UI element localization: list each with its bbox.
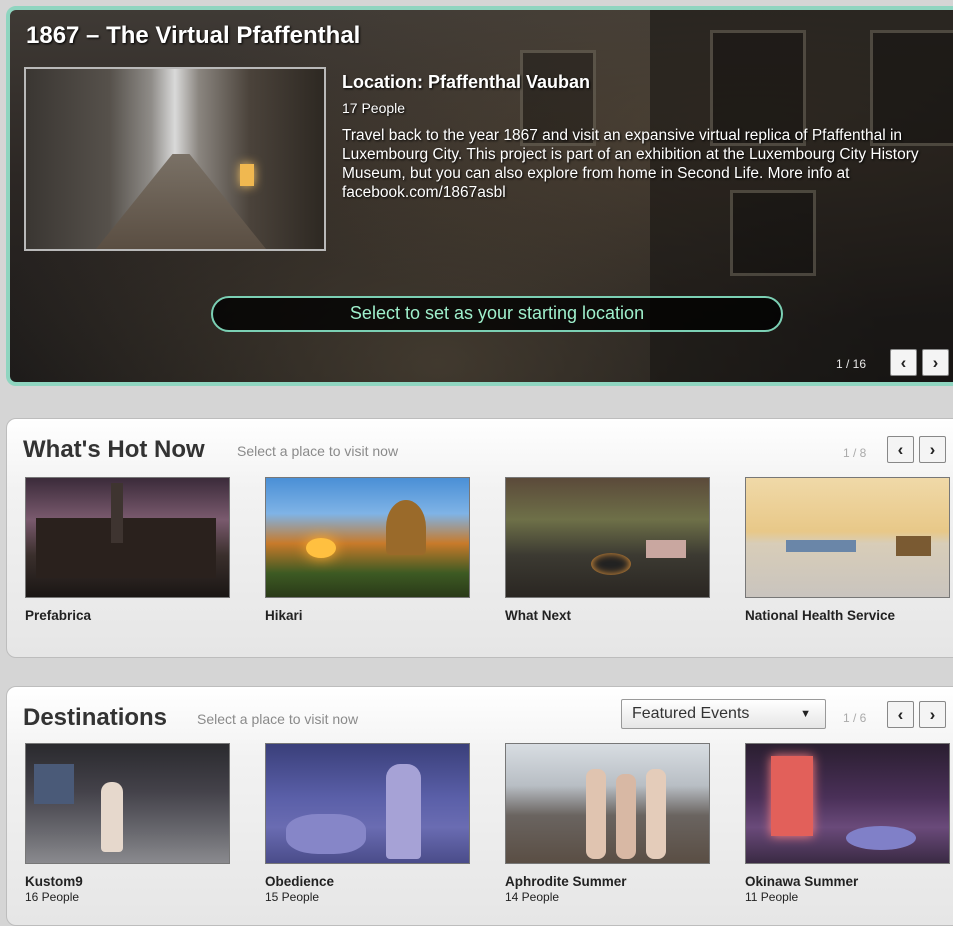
place-thumbnail[interactable] <box>505 743 710 864</box>
place-name: Okinawa Summer <box>745 874 859 889</box>
place-people-count: 15 People <box>265 890 320 904</box>
place-thumbnail[interactable] <box>745 477 950 598</box>
destination-item[interactable]: Obedience 15 People <box>265 743 470 904</box>
place-thumbnail[interactable] <box>25 477 230 598</box>
place-thumbnail[interactable] <box>265 477 470 598</box>
chevron-down-icon: ▼ <box>800 708 811 720</box>
featured-image[interactable] <box>24 67 326 251</box>
destinations-category-select[interactable]: Featured Events ▼ <box>621 699 826 729</box>
place-name: Obedience <box>265 874 335 889</box>
chevron-left-icon: ‹ <box>900 353 907 372</box>
place-thumbnail[interactable] <box>25 743 230 864</box>
place-thumbnail[interactable] <box>265 743 470 864</box>
selected-category: Featured Events <box>632 705 750 722</box>
featured-title: 1867 – The Virtual Pfaffenthal <box>26 22 361 49</box>
set-starting-location-button[interactable]: Select to set as your starting location <box>211 296 783 332</box>
place-name: Prefabrica <box>25 608 92 623</box>
background-window <box>730 190 816 276</box>
place-name: Aphrodite Summer <box>505 874 627 889</box>
whats-hot-panel: What's Hot Now Select a place to visit n… <box>6 418 953 658</box>
place-name: National Health Service <box>745 608 896 623</box>
chevron-left-icon: ‹ <box>897 440 904 459</box>
featured-description: Travel back to the year 1867 and visit a… <box>342 127 919 201</box>
featured-prev-button[interactable]: ‹ <box>890 349 917 376</box>
chevron-right-icon: › <box>929 440 936 459</box>
whats-hot-page-indicator: 1 / 8 <box>843 446 867 460</box>
whats-hot-next-button[interactable]: › <box>919 436 946 463</box>
featured-destination-banner: 1867 – The Virtual Pfaffenthal Location:… <box>6 6 953 386</box>
destinations-page-indicator: 1 / 6 <box>843 711 867 725</box>
whats-hot-subtitle: Select a place to visit now <box>237 443 399 459</box>
place-name: Kustom9 <box>25 874 83 889</box>
place-name: What Next <box>505 608 572 623</box>
destinations-subtitle: Select a place to visit now <box>197 711 359 727</box>
place-people-count: 11 People <box>745 890 799 904</box>
destinations-next-button[interactable]: › <box>919 701 946 728</box>
destination-item[interactable]: Okinawa Summer 11 People <box>745 743 950 904</box>
whats-hot-item[interactable]: Prefabrica <box>25 477 230 623</box>
place-people-count: 16 People <box>25 890 80 904</box>
chevron-left-icon: ‹ <box>897 705 904 724</box>
featured-people-count: 17 People <box>342 100 406 116</box>
destination-item[interactable]: Kustom9 16 People <box>25 743 230 904</box>
featured-next-button[interactable]: › <box>922 349 949 376</box>
lamp-shape <box>240 164 254 186</box>
whats-hot-prev-button[interactable]: ‹ <box>887 436 914 463</box>
destination-item[interactable]: Aphrodite Summer 14 People <box>505 743 710 904</box>
whats-hot-item[interactable]: National Health Service <box>745 477 950 623</box>
whats-hot-item[interactable]: Hikari <box>265 477 470 623</box>
featured-location: Location: Pfaffenthal Vauban <box>342 72 591 92</box>
chevron-right-icon: › <box>929 705 936 724</box>
destinations-title: Destinations <box>23 704 168 731</box>
featured-page-indicator: 1 / 16 <box>836 357 867 371</box>
whats-hot-item[interactable]: What Next <box>505 477 710 623</box>
place-people-count: 14 People <box>505 890 560 904</box>
place-name: Hikari <box>265 608 303 623</box>
whats-hot-title: What's Hot Now <box>23 436 205 463</box>
destinations-prev-button[interactable]: ‹ <box>887 701 914 728</box>
place-thumbnail[interactable] <box>505 477 710 598</box>
place-thumbnail[interactable] <box>745 743 950 864</box>
destinations-panel: Destinations Select a place to visit now… <box>6 686 953 926</box>
chevron-right-icon: › <box>932 353 939 372</box>
